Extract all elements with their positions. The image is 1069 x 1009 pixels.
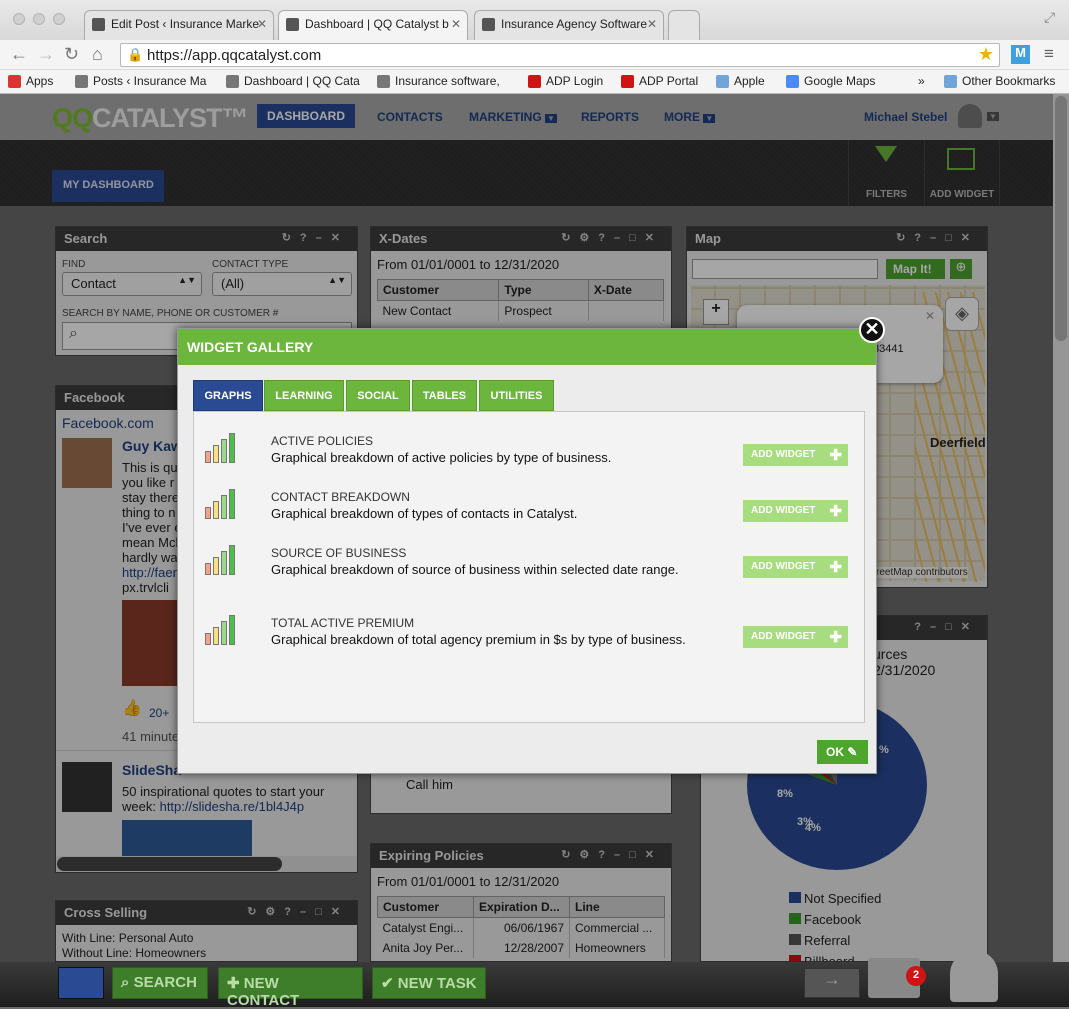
browser-tab[interactable]: Insurance Agency Software ✕	[474, 10, 664, 40]
tab-tables[interactable]: TABLES	[412, 380, 477, 411]
item-description: Graphical breakdown of source of busines…	[271, 562, 679, 577]
tab-title: Insurance Agency Software	[501, 17, 648, 31]
bar-chart-icon	[205, 489, 237, 519]
bookmark-item[interactable]: Dashboard | QQ Cata	[226, 74, 361, 88]
item-title: CONTACT BREAKDOWN	[271, 490, 410, 504]
other-bookmarks[interactable]: Other Bookmarks	[944, 74, 1055, 88]
menu-icon[interactable]: ≡	[1044, 44, 1054, 64]
google-maps-icon	[786, 75, 799, 88]
folder-icon	[716, 75, 729, 88]
add-widget-button[interactable]: ADD WIDGET ✚	[743, 444, 848, 466]
tab-social[interactable]: SOCIAL	[346, 380, 410, 411]
item-title: TOTAL ACTIVE PREMIUM	[271, 616, 415, 630]
arrow-right-icon[interactable]: →	[804, 968, 860, 998]
bell-icon[interactable]	[950, 950, 998, 1002]
bar-chart-icon	[205, 433, 237, 463]
bookmarks-bar: Apps Posts ‹ Insurance Ma Dashboard | QQ…	[0, 70, 1069, 94]
tab-learning[interactable]: LEARNING	[264, 380, 344, 411]
lock-icon: 🔒	[127, 47, 144, 62]
browser-tab[interactable]: Edit Post ‹ Insurance Marke ✕	[84, 10, 274, 40]
video-icon[interactable]	[58, 967, 104, 999]
search-button[interactable]: ⌕ SEARCH	[112, 967, 208, 999]
tab-favicon-icon	[92, 18, 105, 31]
gallery-panel: ACTIVE POLICIES Graphical breakdown of a…	[193, 411, 865, 723]
bookmark-item[interactable]: Insurance software,	[377, 74, 512, 88]
item-description: Graphical breakdown of types of contacts…	[271, 506, 578, 521]
forward-icon[interactable]: →	[37, 44, 55, 65]
add-widget-button[interactable]: ADD WIDGET ✚	[743, 500, 848, 522]
add-widget-button[interactable]: ADD WIDGET ✚	[743, 556, 848, 578]
plus-icon: ✚	[829, 503, 842, 520]
tab-favicon-icon	[482, 18, 495, 31]
tab-title: Edit Post ‹ Insurance Marke	[111, 17, 260, 31]
browser-tab-active[interactable]: Dashboard | QQ Catalyst b ✕	[278, 10, 468, 40]
tab-favicon-icon	[286, 18, 299, 31]
item-title: ACTIVE POLICIES	[271, 434, 374, 448]
bookmark-star-icon[interactable]: ★	[978, 44, 994, 65]
plus-icon: ✚	[227, 975, 240, 992]
plus-icon: ✚	[829, 447, 842, 464]
browser-titlebar: Edit Post ‹ Insurance Marke ✕ Dashboard |…	[0, 0, 1069, 40]
bookmarks-overflow[interactable]: »	[918, 74, 925, 88]
add-widget-button[interactable]: ADD WIDGET ✚	[743, 626, 848, 648]
minimize-window-button[interactable]	[33, 13, 45, 25]
checkmark-icon: ✔	[381, 975, 394, 992]
back-icon[interactable]: ←	[10, 44, 28, 65]
reload-icon[interactable]: ↻	[64, 44, 79, 65]
new-tab-button[interactable]	[668, 10, 700, 40]
item-description: Graphical breakdown of active policies b…	[271, 450, 612, 465]
bookmark-item[interactable]: ADP Portal	[621, 74, 698, 88]
tab-graphs[interactable]: GRAPHS	[193, 380, 263, 411]
item-description: Graphical breakdown of total agency prem…	[271, 632, 686, 647]
adp-icon	[621, 75, 634, 88]
ok-button[interactable]: OK ✎	[817, 740, 868, 764]
url-text: https://app.qqcatalyst.com	[147, 47, 322, 64]
bookmark-item[interactable]: ADP Login	[528, 74, 603, 88]
new-task-button[interactable]: ✔ NEW TASK	[372, 967, 486, 999]
fullscreen-icon[interactable]: ⤢	[1044, 9, 1055, 26]
tab-title: Dashboard | QQ Catalyst b	[305, 17, 449, 31]
page-icon	[377, 75, 390, 88]
notification-badge: 2	[906, 966, 926, 986]
tab-utilities[interactable]: UTILITIES	[479, 380, 554, 411]
close-tab-icon[interactable]: ✕	[257, 17, 267, 31]
address-bar[interactable]: 🔒 https://app.qqcatalyst.com ★	[120, 43, 1000, 67]
close-window-button[interactable]	[13, 13, 25, 25]
folder-icon	[944, 75, 957, 88]
bar-chart-icon	[205, 545, 237, 575]
pencil-icon: ✎	[847, 745, 858, 759]
page-icon	[75, 75, 88, 88]
new-contact-button[interactable]: ✚ NEW CONTACT	[218, 967, 363, 1009]
close-tab-icon[interactable]: ✕	[451, 17, 461, 31]
zoom-window-button[interactable]	[53, 13, 65, 25]
bookmark-apps[interactable]: Apps	[8, 74, 53, 88]
extension-icon[interactable]: M	[1011, 45, 1030, 64]
close-tab-icon[interactable]: ✕	[647, 17, 657, 31]
search-icon: ⌕	[121, 974, 130, 991]
modal-title: WIDGET GALLERY	[178, 329, 876, 365]
browser-toolbar: ← → ↻ ⌂ 🔒 https://app.qqcatalyst.com ★ M…	[0, 40, 1069, 70]
bookmark-item[interactable]: Apple	[716, 74, 765, 88]
item-title: SOURCE OF BUSINESS	[271, 546, 407, 560]
home-icon[interactable]: ⌂	[92, 44, 103, 65]
widget-gallery-modal: WIDGET GALLERY GRAPHS LEARNING SOCIAL TA…	[177, 328, 877, 774]
adp-icon	[528, 75, 541, 88]
bar-chart-icon	[205, 615, 237, 645]
modal-close-button[interactable]: ✕	[859, 317, 885, 343]
apps-icon	[8, 75, 21, 88]
plus-icon: ✚	[829, 629, 842, 646]
bookmark-item[interactable]: Posts ‹ Insurance Ma	[75, 74, 210, 88]
bookmark-item[interactable]: Google Maps	[786, 74, 875, 88]
page-icon	[226, 75, 239, 88]
plus-icon: ✚	[829, 559, 842, 576]
